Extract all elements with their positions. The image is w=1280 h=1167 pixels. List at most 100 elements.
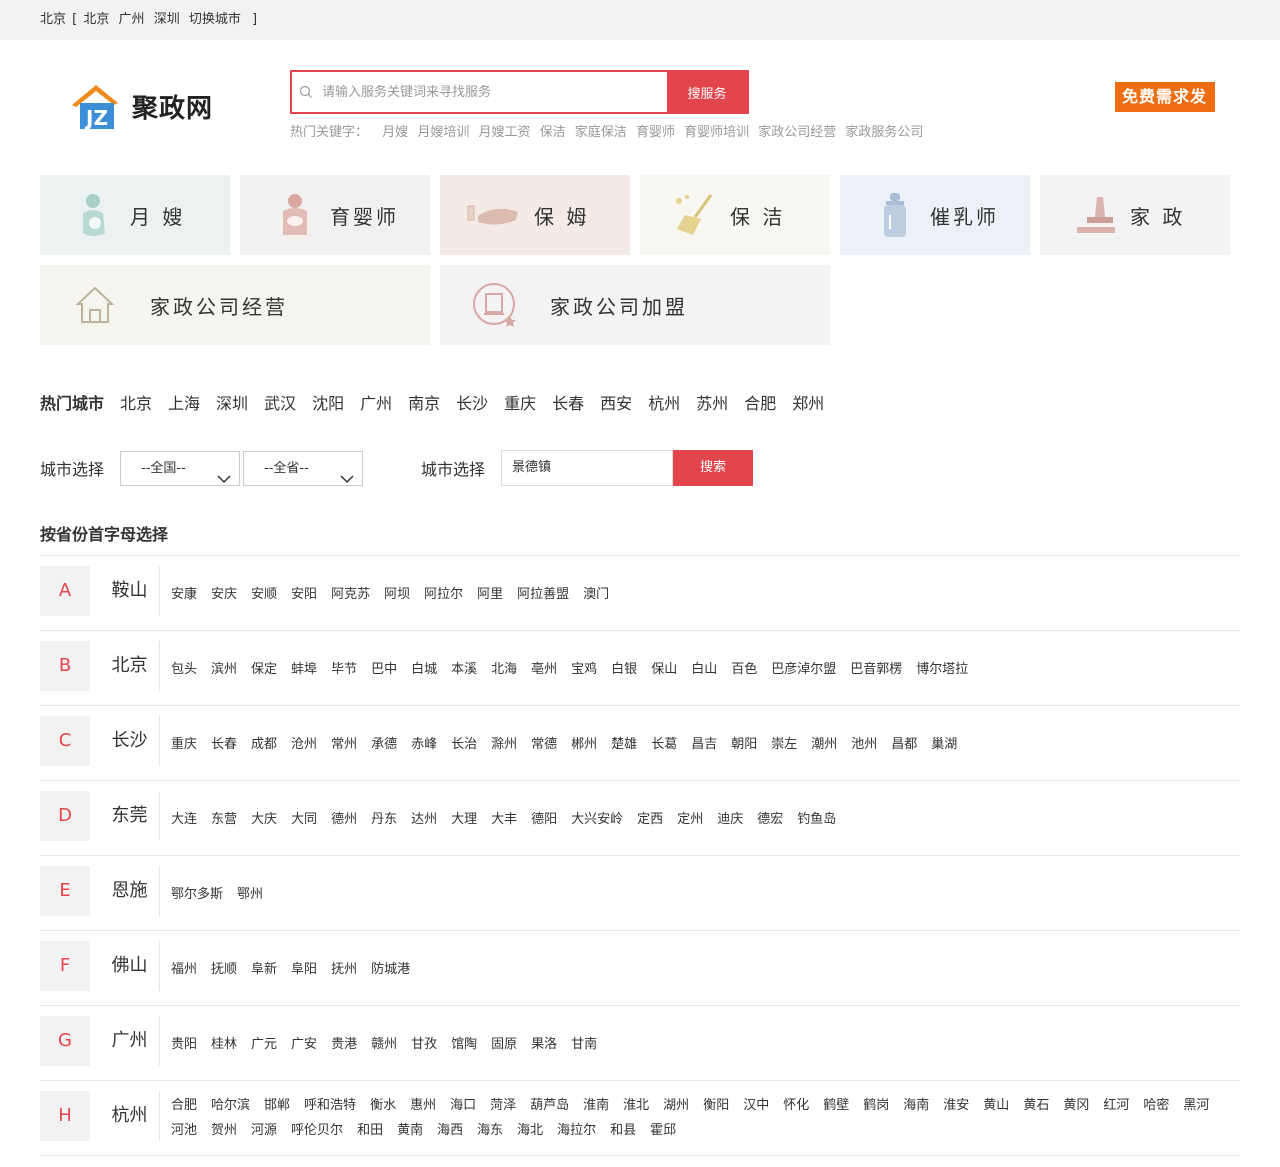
city-link[interactable]: 衡阳 (703, 1098, 729, 1113)
city-link[interactable]: 保山 (651, 662, 677, 677)
hot-city-link[interactable]: 苏州 (696, 390, 728, 414)
hot-keyword[interactable]: 保洁 (540, 125, 566, 140)
city-link[interactable]: 抚州 (331, 962, 357, 977)
city-link[interactable]: 承德 (371, 737, 397, 752)
city-link[interactable]: 滨州 (211, 662, 237, 677)
city-link[interactable]: 防城港 (371, 962, 410, 977)
hot-city-link[interactable]: 沈阳 (312, 390, 344, 414)
city-link-shenzhen[interactable]: 深圳 (154, 12, 180, 27)
city-link[interactable]: 阿克苏 (331, 587, 370, 602)
city-link[interactable]: 德宏 (757, 812, 783, 827)
hot-city-link[interactable]: 上海 (168, 390, 200, 414)
country-select[interactable]: --全国-- (120, 450, 240, 486)
city-link[interactable]: 黄冈 (1063, 1098, 1089, 1113)
hot-city-link[interactable]: 合肥 (744, 390, 776, 414)
city-link[interactable]: 赤峰 (411, 737, 437, 752)
city-link[interactable]: 包头 (171, 662, 197, 677)
city-link[interactable]: 大同 (291, 812, 317, 827)
city-link[interactable]: 郴州 (571, 737, 597, 752)
city-link[interactable]: 贺州 (211, 1123, 237, 1138)
city-link[interactable]: 滁州 (491, 737, 517, 752)
city-link[interactable]: 鄂尔多斯 (171, 887, 223, 902)
city-link[interactable]: 巢湖 (931, 737, 957, 752)
city-link[interactable]: 霍邱 (650, 1123, 676, 1138)
city-link[interactable]: 阿里 (477, 587, 503, 602)
city-link[interactable]: 广元 (251, 1037, 277, 1052)
city-link[interactable]: 安阳 (291, 587, 317, 602)
city-link[interactable]: 大理 (451, 812, 477, 827)
search-service-button[interactable]: 搜服务 (667, 72, 747, 112)
city-link[interactable]: 呼和浩特 (304, 1098, 356, 1113)
city-link[interactable]: 黄石 (1023, 1098, 1049, 1113)
city-link[interactable]: 沧州 (291, 737, 317, 752)
city-link[interactable]: 常州 (331, 737, 357, 752)
city-link[interactable]: 钓鱼岛 (797, 812, 836, 827)
letter-capital-city[interactable]: 杭州 (100, 1091, 160, 1141)
city-link[interactable]: 怀化 (783, 1098, 809, 1113)
city-link[interactable]: 菏泽 (490, 1098, 516, 1113)
city-link[interactable]: 北海 (491, 662, 517, 677)
city-link[interactable]: 东营 (211, 812, 237, 827)
city-link[interactable]: 毕节 (331, 662, 357, 677)
city-link[interactable]: 海拉尔 (557, 1123, 596, 1138)
city-link[interactable]: 常德 (531, 737, 557, 752)
city-link[interactable]: 大兴安岭 (571, 812, 623, 827)
city-link[interactable]: 潮州 (811, 737, 837, 752)
hot-city-link[interactable]: 西安 (600, 390, 632, 414)
hot-city-link[interactable]: 重庆 (504, 390, 536, 414)
city-link[interactable]: 黄山 (983, 1098, 1009, 1113)
city-link[interactable]: 淮安 (943, 1098, 969, 1113)
letter-capital-city[interactable]: 恩施 (100, 866, 160, 916)
city-link[interactable]: 呼伦贝尔 (291, 1123, 343, 1138)
city-link[interactable]: 朝阳 (731, 737, 757, 752)
city-link[interactable]: 鄂州 (237, 887, 263, 902)
city-link[interactable]: 哈尔滨 (211, 1098, 250, 1113)
hot-city-link[interactable]: 广州 (360, 390, 392, 414)
city-link[interactable]: 和县 (610, 1123, 636, 1138)
city-link[interactable]: 海北 (517, 1123, 543, 1138)
city-link[interactable]: 阜新 (251, 962, 277, 977)
city-link[interactable]: 贵港 (331, 1037, 357, 1052)
switch-city-link[interactable]: 切换城市 (189, 12, 241, 27)
city-link[interactable]: 红河 (1103, 1098, 1129, 1113)
city-link[interactable]: 安庆 (211, 587, 237, 602)
category-company-operation[interactable]: 家政公司经营 (40, 265, 430, 345)
city-link[interactable]: 成都 (251, 737, 277, 752)
city-link[interactable]: 桂林 (211, 1037, 237, 1052)
category-baomu[interactable]: 保 姆 (440, 175, 630, 255)
city-link[interactable]: 德州 (331, 812, 357, 827)
letter-capital-city[interactable]: 北京 (100, 641, 160, 691)
city-link[interactable]: 阿坝 (384, 587, 410, 602)
city-link[interactable]: 海西 (437, 1123, 463, 1138)
city-link[interactable]: 大连 (171, 812, 197, 827)
city-link[interactable]: 长治 (451, 737, 477, 752)
province-select[interactable]: --全省-- (243, 450, 363, 486)
city-link[interactable]: 湖州 (663, 1098, 689, 1113)
city-link[interactable]: 黄南 (397, 1123, 423, 1138)
city-link[interactable]: 崇左 (771, 737, 797, 752)
hot-city-link[interactable]: 深圳 (216, 390, 248, 414)
city-link[interactable]: 巴音郭楞 (850, 662, 902, 677)
hot-city-link[interactable]: 杭州 (648, 390, 680, 414)
city-link[interactable]: 丹东 (371, 812, 397, 827)
city-link[interactable]: 果洛 (531, 1037, 557, 1052)
city-link[interactable]: 长葛 (651, 737, 677, 752)
city-link[interactable]: 鹤岗 (863, 1098, 889, 1113)
city-link[interactable]: 海南 (903, 1098, 929, 1113)
hot-city-link[interactable]: 长春 (552, 390, 584, 414)
city-link[interactable]: 澳门 (583, 587, 609, 602)
city-link[interactable]: 河源 (251, 1123, 277, 1138)
city-link[interactable]: 河池 (171, 1123, 197, 1138)
city-link[interactable]: 贵阳 (171, 1037, 197, 1052)
city-link[interactable]: 昌吉 (691, 737, 717, 752)
category-jiazheng[interactable]: 家 政 (1040, 175, 1230, 255)
city-link[interactable]: 福州 (171, 962, 197, 977)
city-link[interactable]: 衡水 (370, 1098, 396, 1113)
letter-capital-city[interactable]: 东莞 (100, 791, 160, 841)
city-link[interactable]: 馆陶 (451, 1037, 477, 1052)
category-baojie[interactable]: 保 洁 (640, 175, 830, 255)
city-link[interactable]: 昌都 (891, 737, 917, 752)
letter-capital-city[interactable]: 长沙 (100, 716, 160, 766)
hot-keyword[interactable]: 育婴师培训 (684, 125, 749, 140)
city-link[interactable]: 重庆 (171, 737, 197, 752)
